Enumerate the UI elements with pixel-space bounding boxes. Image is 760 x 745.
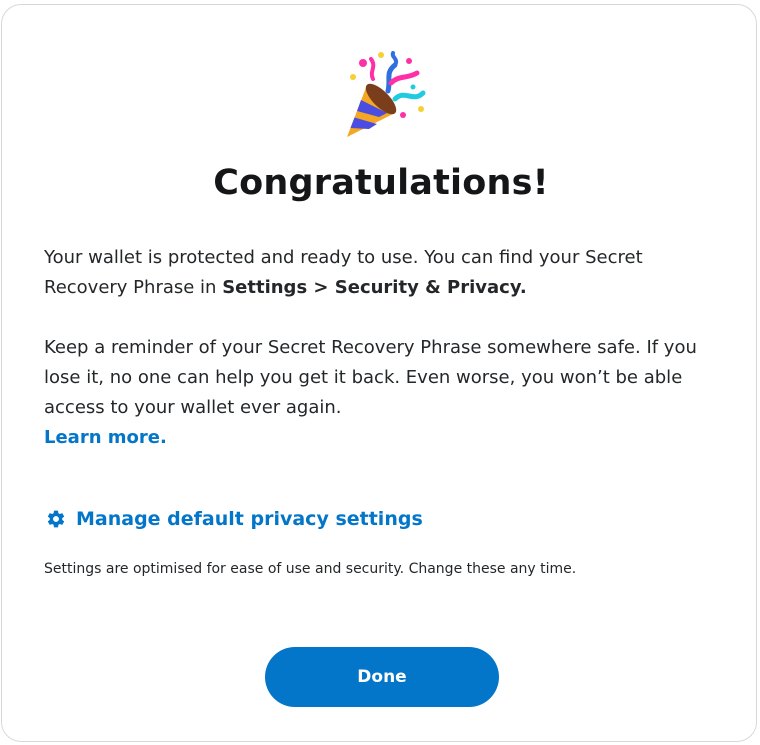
reminder-text: Keep a reminder of your Secret Recovery … <box>44 337 697 418</box>
settings-path: Settings > Security & Privacy. <box>222 277 527 298</box>
page-title: Congratulations! <box>213 163 549 203</box>
party-popper-icon <box>347 51 426 137</box>
gear-icon <box>47 510 65 528</box>
manage-privacy-settings-link[interactable]: Manage default privacy settings <box>46 508 423 530</box>
learn-more-link[interactable]: Learn more. <box>44 427 167 448</box>
done-button[interactable]: Done <box>265 647 499 707</box>
congratulations-card: Congratulations! Your wallet is protecte… <box>1 4 757 742</box>
manage-privacy-settings-label: Manage default privacy settings <box>76 508 423 530</box>
reminder-message: Keep a reminder of your Secret Recovery … <box>44 333 724 453</box>
wallet-ready-message: Your wallet is protected and ready to us… <box>44 243 724 303</box>
settings-note: Settings are optimised for ease of use a… <box>44 561 577 577</box>
